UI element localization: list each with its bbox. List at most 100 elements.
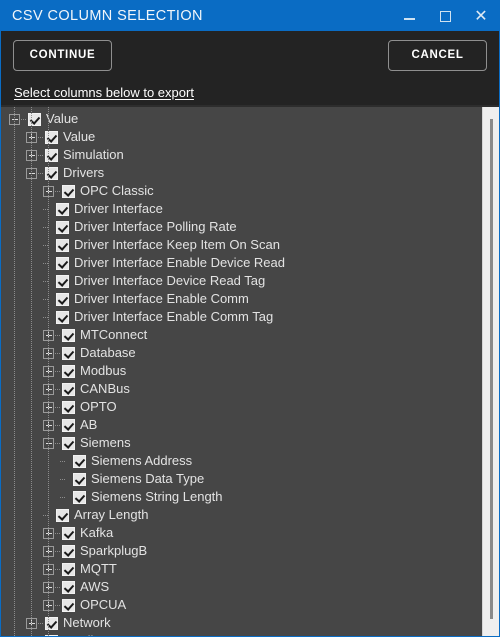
tree-row[interactable]: Database (1, 344, 482, 362)
tree-row-checkbox[interactable] (73, 472, 86, 486)
tree-row[interactable]: Value (1, 128, 482, 146)
tree-row-indent (1, 398, 43, 416)
tree-row-label: MQTT (80, 561, 117, 576)
tree-row-indent (1, 542, 43, 560)
tree-row[interactable]: CANBus (1, 380, 482, 398)
tree-row-indent (1, 326, 43, 344)
tree-row[interactable]: SparkplugB (1, 542, 482, 560)
tree-row[interactable]: Driver Interface Enable Comm Tag (1, 308, 482, 326)
column-tree[interactable]: Value Value Simulation Drivers OPC Classic Dr… (1, 107, 482, 636)
tree-row[interactable]: Driver Interface Keep Item On Scan (1, 236, 482, 254)
tree-connector-line (55, 442, 61, 444)
tree-row-indent (1, 434, 43, 452)
tree-row-label: Modbus (80, 363, 127, 378)
tree-row-label: Database (80, 345, 136, 360)
tree-row-label: Siemens String Length (91, 489, 223, 504)
tree-connector-line (55, 586, 61, 588)
tree-row-checkbox[interactable] (45, 130, 58, 144)
tree-row-checkbox[interactable] (56, 220, 69, 234)
tree-row[interactable]: AB (1, 416, 482, 434)
tree-row[interactable]: Driver Interface (1, 200, 482, 218)
tree-row[interactable]: OPCUA (1, 596, 482, 614)
tree-connector-line (55, 190, 61, 192)
tree-row[interactable]: Driver Interface Polling Rate (1, 218, 482, 236)
tree-row[interactable]: Modbus (1, 362, 482, 380)
tree-row-label: Driver Interface Enable Comm Tag (74, 309, 274, 324)
tree-row-checkbox[interactable] (28, 112, 41, 126)
tree-row-checkbox[interactable] (45, 166, 58, 180)
tree-row[interactable]: MTConnect (1, 326, 482, 344)
tree-row-checkbox[interactable] (62, 364, 75, 378)
tree-row-checkbox[interactable] (62, 436, 75, 450)
tree-row-indent (1, 272, 43, 290)
tree-row-checkbox[interactable] (62, 184, 75, 198)
tree-connector-line (38, 136, 44, 138)
tree-row-checkbox[interactable] (62, 382, 75, 396)
close-button[interactable]: ✕ (463, 1, 499, 31)
minimize-button[interactable] (391, 1, 427, 31)
tree-row-label: Array Length (74, 507, 149, 522)
tree-row[interactable]: Driver Interface Enable Device Read (1, 254, 482, 272)
tree-row-label: Value (63, 129, 96, 144)
tree-vertical-scrollbar[interactable] (482, 107, 499, 636)
tree-row[interactable]: Siemens (1, 434, 482, 452)
tree-row-indent (1, 506, 43, 524)
tree-row-checkbox[interactable] (73, 490, 86, 504)
tree-row-indent (1, 308, 43, 326)
tree-row-checkbox[interactable] (62, 544, 75, 558)
tree-row-checkbox[interactable] (62, 526, 75, 540)
tree-row[interactable]: Drivers (1, 164, 482, 182)
tree-row-checkbox[interactable] (45, 148, 58, 162)
tree-connector-line (55, 370, 61, 372)
instruction-row: Select columns below to export (1, 79, 499, 105)
tree-row-checkbox[interactable] (56, 310, 69, 324)
tree-row-checkbox[interactable] (56, 256, 69, 270)
tree-row-indent (1, 182, 43, 200)
tree-connector-line (38, 172, 44, 174)
continue-button[interactable]: CONTINUE (13, 39, 112, 71)
tree-row-checkbox[interactable] (56, 292, 69, 306)
tree-row[interactable]: OPC Classic (1, 182, 482, 200)
tree-row-checkbox[interactable] (62, 328, 75, 342)
tree-row-label: Kafka (80, 525, 114, 540)
tree-row-checkbox[interactable] (62, 346, 75, 360)
tree-row-checkbox[interactable] (62, 562, 75, 576)
tree-row[interactable]: Driver Interface Device Read Tag (1, 272, 482, 290)
tree-row-checkbox[interactable] (56, 508, 69, 522)
tree-connector-line (55, 568, 61, 570)
tree-row-checkbox[interactable] (56, 274, 69, 288)
tree-row[interactable]: Kafka (1, 524, 482, 542)
tree-connector-line (60, 478, 66, 480)
tree-row-label: Driver Interface Enable Device Read (74, 255, 285, 270)
tree-row[interactable]: Simulation (1, 146, 482, 164)
tree-row-checkbox[interactable] (62, 418, 75, 432)
tree-row-checkbox[interactable] (45, 616, 58, 630)
tree-row-checkbox[interactable] (62, 580, 75, 594)
tree-row-checkbox[interactable] (56, 238, 69, 252)
tree-row-checkbox[interactable] (62, 400, 75, 414)
title-bar[interactable]: CSV COLUMN SELECTION ✕ (1, 1, 499, 31)
tree-row[interactable]: Network (1, 614, 482, 632)
tree-row-indent (1, 578, 43, 596)
tree-row[interactable]: MQTT (1, 560, 482, 578)
maximize-button[interactable] (427, 1, 463, 31)
tree-row-checkbox[interactable] (62, 598, 75, 612)
tree-row[interactable]: Array Length (1, 506, 482, 524)
tree-row-checkbox[interactable] (56, 202, 69, 216)
scrollbar-thumb[interactable] (490, 119, 493, 619)
tree-row[interactable]: Siemens Address (1, 452, 482, 470)
tree-row-label: Simulation (63, 147, 124, 162)
tree-row[interactable]: Quality (1, 632, 482, 636)
cancel-button[interactable]: CANCEL (388, 39, 487, 71)
tree-row[interactable]: AWS (1, 578, 482, 596)
tree-row[interactable]: Siemens Data Type (1, 470, 482, 488)
tree-row[interactable]: Driver Interface Enable Comm (1, 290, 482, 308)
tree-connector-line (60, 496, 66, 498)
select-columns-hint-link[interactable]: Select columns below to export (14, 85, 194, 100)
tree-row[interactable]: Value (1, 110, 482, 128)
tree-row[interactable]: Siemens String Length (1, 488, 482, 506)
tree-row-checkbox[interactable] (73, 454, 86, 468)
maximize-icon (439, 10, 451, 22)
tree-row[interactable]: OPTO (1, 398, 482, 416)
tree-row-checkbox[interactable] (45, 634, 58, 636)
